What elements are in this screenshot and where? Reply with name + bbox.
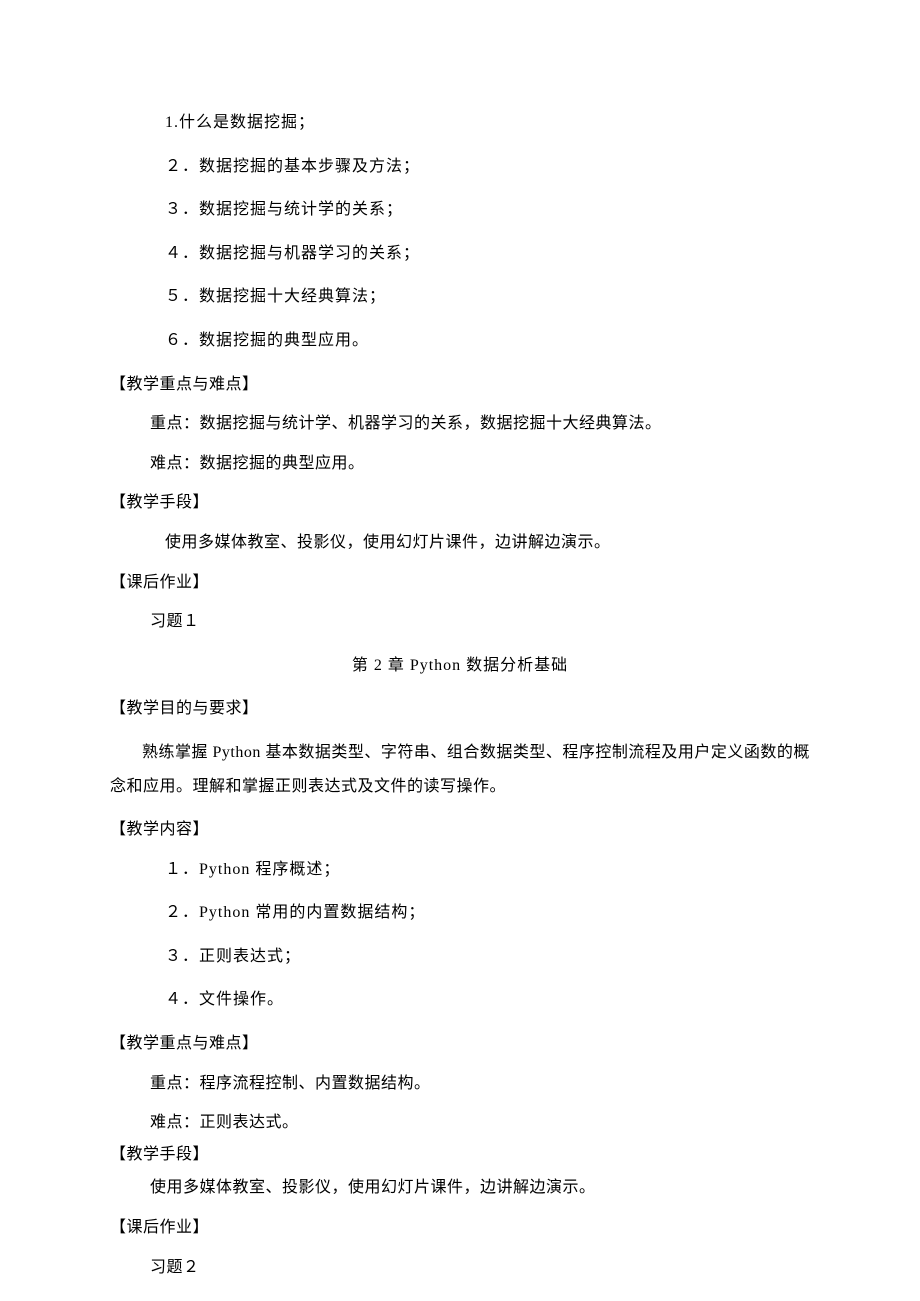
ch1-homework-text: 习题１ xyxy=(150,609,810,635)
ch1-content-item-4: ４．数据挖掘与机器学习的关系； xyxy=(165,241,810,267)
ch2-homework-text: 习题２ xyxy=(150,1255,810,1281)
ch1-focus-label: 【教学重点与难点】 xyxy=(110,372,810,398)
ch2-objective-label: 【教学目的与要求】 xyxy=(110,696,810,722)
ch1-homework-label: 【课后作业】 xyxy=(110,570,810,596)
ch2-focus-label: 【教学重点与难点】 xyxy=(110,1031,810,1057)
ch1-method-label: 【教学手段】 xyxy=(110,490,810,516)
ch2-content-item-3: ３．正则表达式； xyxy=(165,944,810,970)
ch1-content-item-6: ６．数据挖掘的典型应用。 xyxy=(165,328,810,354)
ch2-homework-label: 【课后作业】 xyxy=(110,1215,810,1241)
ch2-method-label: 【教学手段】 xyxy=(110,1142,810,1168)
ch2-content-item-4: ４．文件操作。 xyxy=(165,987,810,1013)
ch1-method-text: 使用多媒体教室、投影仪，使用幻灯片课件，边讲解边演示。 xyxy=(165,530,810,556)
ch1-content-item-3: ３．数据挖掘与统计学的关系； xyxy=(165,197,810,223)
ch2-method-text: 使用多媒体教室、投影仪，使用幻灯片课件，边讲解边演示。 xyxy=(150,1175,810,1201)
ch1-focus-difficult: 难点：数据挖掘的典型应用。 xyxy=(150,451,810,477)
ch1-content-item-2: ２．数据挖掘的基本步骤及方法； xyxy=(165,154,810,180)
ch2-focus-key: 重点：程序流程控制、内置数据结构。 xyxy=(150,1071,810,1097)
ch1-content-item-1: 1.什么是数据挖掘； xyxy=(165,110,810,136)
ch1-content-item-5: ５．数据挖掘十大经典算法； xyxy=(165,284,810,310)
ch2-objective-text: 熟练掌握 Python 基本数据类型、字符串、组合数据类型、程序控制流程及用户定… xyxy=(110,736,810,803)
ch2-content-item-2: ２．Python 常用的内置数据结构； xyxy=(165,900,810,926)
ch1-focus-key: 重点：数据挖掘与统计学、机器学习的关系，数据挖掘十大经典算法。 xyxy=(150,411,810,437)
ch2-content-item-1: １．Python 程序概述； xyxy=(165,857,810,883)
ch2-focus-difficult: 难点：正则表达式。 xyxy=(150,1110,810,1136)
ch2-content-label: 【教学内容】 xyxy=(110,817,810,843)
ch2-title: 第 2 章 Python 数据分析基础 xyxy=(110,653,810,679)
